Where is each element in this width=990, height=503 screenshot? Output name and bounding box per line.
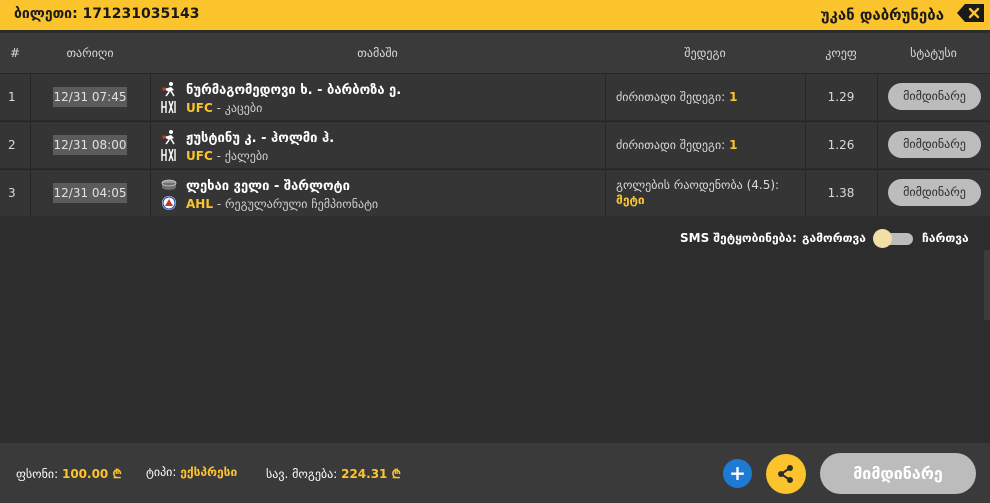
league-line: AHL - რეგულარული ჩემპიონატი bbox=[186, 197, 378, 211]
table-row: 1 12/31 07:45 ნურმაგომედოვი ხ. - ბარბოზა… bbox=[0, 73, 990, 120]
sms-notifications: SMS შეტყობინება: გამორთვა ჩართვა bbox=[680, 229, 980, 249]
league-name: UFC bbox=[186, 149, 213, 163]
share-button[interactable] bbox=[766, 454, 806, 494]
ticket-status-button[interactable]: მიმდინარე bbox=[820, 453, 976, 494]
sms-label: SMS შეტყობინება: bbox=[680, 231, 797, 245]
share-icon bbox=[766, 465, 806, 498]
ticket-footer: ფსონი: 100.00 ₾ ტიპი: ექსპრესი სავ. მოგე… bbox=[0, 443, 990, 503]
column-header-match: თამაში bbox=[357, 46, 398, 60]
match-title[interactable]: ჟუსტინუ კ. - ჰოლმი ჰ. bbox=[186, 131, 334, 146]
odds-value: 1.29 bbox=[827, 90, 855, 104]
hockey-puck-icon bbox=[160, 177, 178, 193]
type-label: ტიპი: bbox=[146, 465, 177, 479]
event-date: 12/31 04:05 bbox=[53, 183, 127, 203]
column-header-odds: კოეფ bbox=[825, 46, 857, 60]
column-header-date: თარიღი bbox=[66, 46, 114, 60]
league-name: UFC bbox=[186, 101, 213, 115]
league-category: - ქალები bbox=[216, 149, 269, 163]
add-button[interactable]: + bbox=[723, 459, 752, 488]
back-link[interactable]: უკან დაბრუნება bbox=[821, 6, 944, 24]
odds-value: 1.38 bbox=[827, 186, 855, 200]
type-value: ექსპრესი bbox=[180, 465, 238, 479]
ufc-logo-icon bbox=[160, 147, 178, 163]
result-value: მეტი bbox=[616, 193, 645, 207]
row-number: 1 bbox=[8, 90, 16, 104]
column-header-number: # bbox=[9, 46, 21, 60]
ticket-number: 171231035143 bbox=[82, 6, 200, 22]
league-category: - კაცები bbox=[216, 101, 263, 115]
potential-payout: სავ. მოგება: 224.31 ₾ bbox=[266, 465, 401, 482]
stake-value: 100.00 ₾ bbox=[61, 467, 122, 481]
odds-value: 1.26 bbox=[827, 138, 855, 152]
league-line: UFC - ქალები bbox=[186, 149, 268, 163]
column-header-status: სტატუსი bbox=[910, 46, 957, 60]
league-name: AHL bbox=[186, 197, 213, 211]
result-label: ძირითადი შედეგი: bbox=[616, 138, 726, 152]
league-line: UFC - კაცები bbox=[186, 101, 262, 115]
table-row: 2 12/31 08:00 ჟუსტინუ კ. - ჰოლმი ჰ. UFC … bbox=[0, 121, 990, 168]
bet-result: გოლების რაოდენობა (4.5): მეტი bbox=[616, 178, 796, 208]
table-row: 3 12/31 04:05 ლეხაი ველი - შარლოტი AHL -… bbox=[0, 169, 990, 216]
sms-off-label[interactable]: გამორთვა bbox=[802, 231, 866, 245]
mma-fighter-icon bbox=[160, 129, 178, 145]
row-number: 3 bbox=[8, 186, 16, 200]
event-date: 12/31 07:45 bbox=[53, 87, 127, 107]
result-value: 1 bbox=[729, 90, 738, 104]
column-header-result: შედეგი bbox=[684, 46, 726, 60]
ticket-header: ბილეთი: 171231035143 უკან დაბრუნება bbox=[0, 0, 990, 30]
result-value: 1 bbox=[729, 138, 738, 152]
league-category: - რეგულარული ჩემპიონატი bbox=[216, 197, 379, 211]
ticket-type: ტიპი: ექსპრესი bbox=[146, 465, 237, 479]
toggle-knob bbox=[873, 229, 892, 248]
status-button[interactable]: მიმდინარე bbox=[888, 179, 981, 206]
event-date: 12/31 08:00 bbox=[53, 135, 127, 155]
stake-label: ფსონი: bbox=[16, 467, 59, 481]
match-title[interactable]: ლეხაი ველი - შარლოტი bbox=[186, 179, 350, 194]
status-button[interactable]: მიმდინარე bbox=[888, 131, 981, 158]
row-number: 2 bbox=[8, 138, 16, 152]
status-button[interactable]: მიმდინარე bbox=[888, 83, 981, 110]
bet-result: ძირითადი შედეგი: 1 bbox=[616, 90, 737, 104]
sms-toggle[interactable] bbox=[873, 229, 913, 248]
result-label: ძირითადი შედეგი: bbox=[616, 90, 726, 104]
ticket-label: ბილეთი: bbox=[14, 6, 78, 22]
scrollbar[interactable] bbox=[984, 250, 990, 320]
stake: ფსონი: 100.00 ₾ bbox=[16, 465, 122, 482]
sms-on-label[interactable]: ჩართვა bbox=[922, 231, 969, 245]
payout-value: 224.31 ₾ bbox=[341, 467, 401, 481]
ahl-logo-icon bbox=[160, 195, 178, 211]
bet-result: ძირითადი შედეგი: 1 bbox=[616, 138, 737, 152]
mma-fighter-icon bbox=[160, 81, 178, 97]
payout-label: სავ. მოგება: bbox=[266, 467, 338, 481]
close-icon[interactable] bbox=[956, 3, 986, 23]
table-header: # თარიღი თამაში შედეგი კოეფ სტატუსი bbox=[0, 33, 990, 73]
ufc-logo-icon bbox=[160, 99, 178, 115]
result-label: გოლების რაოდენობა (4.5): bbox=[616, 178, 780, 192]
ticket-id: ბილეთი: 171231035143 bbox=[14, 6, 199, 22]
match-title[interactable]: ნურმაგომედოვი ხ. - ბარბოზა ე. bbox=[186, 83, 401, 98]
